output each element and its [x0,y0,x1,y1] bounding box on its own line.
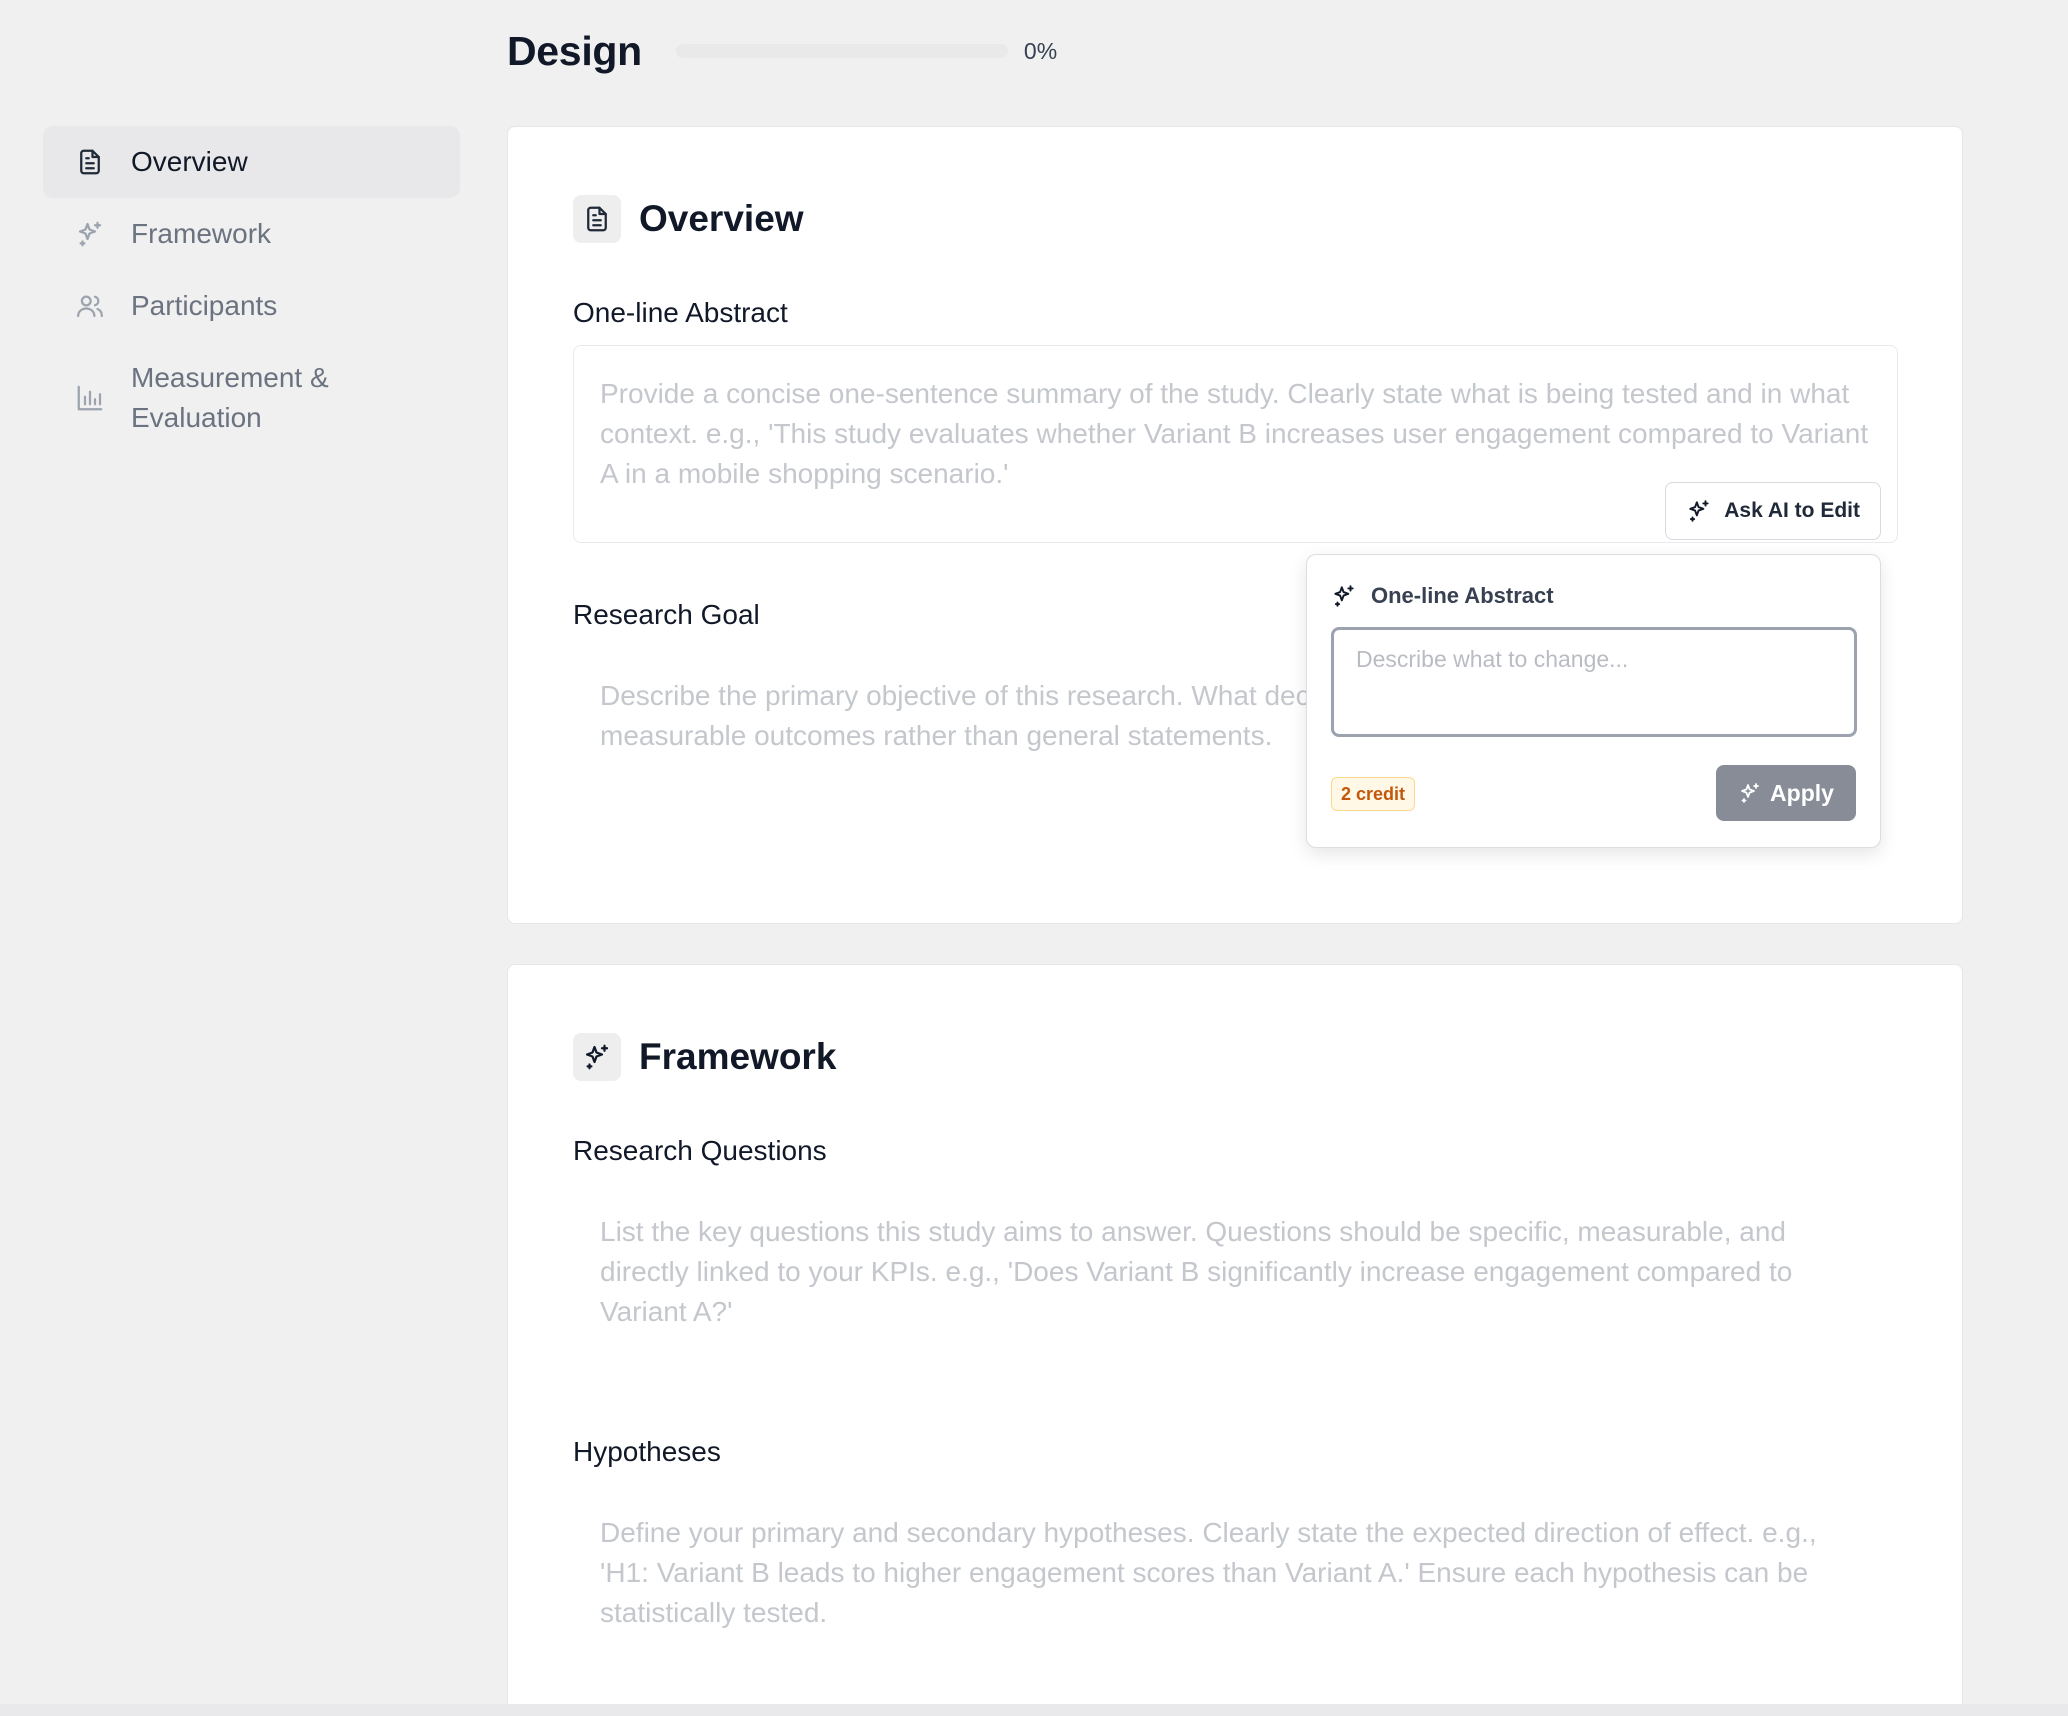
sparkles-icon [1689,500,1709,522]
bottom-divider [0,1704,2068,1716]
page-title: Design [507,27,642,74]
hypotheses-placeholder: Define your primary and secondary hypoth… [600,1517,1817,1628]
document-icon [573,195,621,243]
research-goal-label: Research Goal [573,599,760,630]
ask-ai-button[interactable]: Ask AI to Edit [1665,482,1881,540]
sparkles-icon [1741,783,1759,803]
progress-label: 0% [1023,37,1058,64]
research-questions-field[interactable]: List the key questions this study aims t… [573,1183,1898,1381]
research-questions-placeholder: List the key questions this study aims t… [600,1216,1793,1327]
apply-label: Apply [1770,779,1834,806]
overview-section-header: Overview [573,195,804,243]
framework-card: Framework Research Questions List the ke… [507,964,1963,1716]
design-page: Design 0% Overview Framework Participant… [0,0,2068,1716]
sidebar-item-label: Overview [131,146,248,177]
sidebar-item-measurement[interactable]: Measurement & Evaluation [43,342,460,454]
users-icon [73,286,107,326]
sidebar-item-overview[interactable]: Overview [43,126,460,198]
sidebar-item-label: Framework [131,218,272,249]
ai-edit-popover: One-line Abstract 2 credit Apply [1306,554,1881,848]
document-icon [73,142,107,182]
abstract-placeholder: Provide a concise one-sentence summary o… [600,378,1869,489]
framework-section-header: Framework [573,1033,836,1081]
sidebar-item-label: Participants [131,290,278,321]
progress-bar [675,44,1008,58]
sidebar-nav: Overview Framework Participants Measurem… [43,126,460,454]
sparkles-icon [73,214,107,254]
hypotheses-label: Hypotheses [573,1436,721,1467]
abstract-label: One-line Abstract [573,297,788,328]
sidebar-item-label: Measurement & Evaluation [131,362,329,433]
sparkles-icon [573,1033,621,1081]
sidebar-item-participants[interactable]: Participants [43,270,460,342]
credit-badge: 2 credit [1331,777,1416,811]
popover-header: One-line Abstract [1331,583,1554,609]
sparkles-icon [1334,585,1354,607]
section-title: Overview [639,198,804,239]
popover-title: One-line Abstract [1371,583,1554,608]
hypotheses-field[interactable]: Define your primary and secondary hypoth… [573,1484,1898,1682]
ai-instruction-input[interactable] [1331,627,1857,737]
research-questions-label: Research Questions [573,1135,827,1166]
apply-button[interactable]: Apply [1716,765,1856,821]
section-title: Framework [639,1036,837,1077]
abstract-field[interactable]: Provide a concise one-sentence summary o… [573,345,1898,543]
sidebar-item-framework[interactable]: Framework [43,198,460,270]
research-goal-field[interactable]: Describe the primary objective of this r… [573,647,1361,827]
page-header: Design 0% [507,24,1057,78]
ask-ai-label: Ask AI to Edit [1724,499,1860,522]
bar-chart-icon [73,358,107,438]
research-goal-placeholder: Describe the primary objective of this r… [600,680,1360,751]
